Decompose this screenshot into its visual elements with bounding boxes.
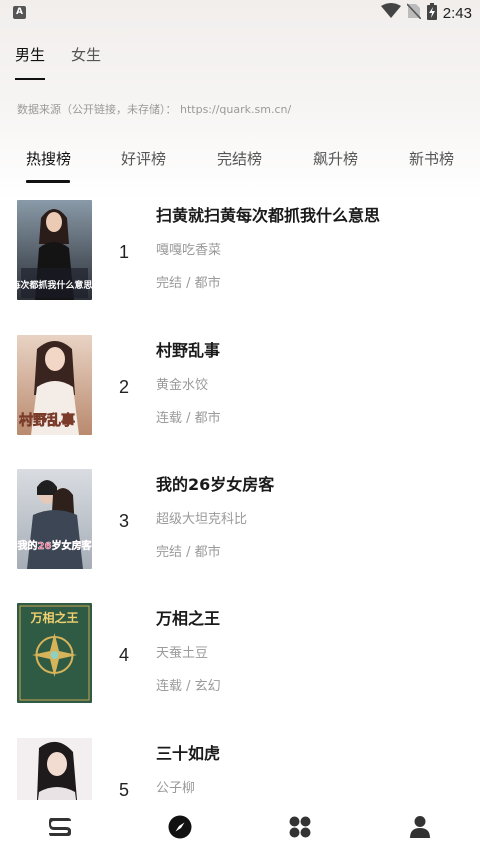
book-item[interactable]: 村野乱事 2 村野乱事 黄金水饺 连载 / 都市: [0, 335, 480, 455]
cover-title-text: 我的26岁女房客: [18, 539, 92, 552]
status-icons: 2:43: [380, 2, 472, 24]
book-status-genre: 连载 / 玄幻: [156, 679, 221, 694]
gender-tabs: 男生 女生: [15, 44, 101, 80]
tab-top-rated[interactable]: 好评榜: [121, 148, 166, 169]
bookshelf-icon[interactable]: [46, 814, 74, 840]
category-grid-icon[interactable]: [286, 814, 314, 840]
active-tab-indicator: [26, 180, 70, 183]
tab-male[interactable]: 男生: [15, 44, 46, 80]
tab-new-books[interactable]: 新书榜: [409, 148, 454, 169]
book-cover[interactable]: 我的26岁女房客: [17, 469, 92, 569]
tab-hot-search[interactable]: 热搜榜: [26, 148, 71, 169]
book-status-genre: 完结 / 都市: [156, 545, 221, 560]
book-cover[interactable]: 每次都抓我什么意思?: [17, 200, 92, 300]
rank-number: 3: [118, 511, 129, 531]
book-author: 嘎嘎吃香菜: [156, 243, 222, 258]
battery-charging-icon: [426, 2, 437, 24]
data-source-note: 数据来源（公开链接，未存储）： https://quark.sm.cn/: [17, 103, 292, 116]
book-status-genre: 完结 / 都市: [156, 276, 221, 291]
status-time: 2:43: [442, 4, 472, 22]
ranking-tabs: 热搜榜 好评榜 完结榜 飙升榜 新书榜: [0, 145, 480, 185]
bottom-nav: [0, 800, 480, 853]
cover-title-text: 村野乱事: [19, 412, 75, 429]
book-cover[interactable]: 万相之王: [17, 603, 92, 703]
book-item[interactable]: 万相之王 4 万相之王 天蚕土豆 连载 / 玄幻: [0, 603, 480, 723]
compass-icon[interactable]: [166, 814, 194, 840]
book-title[interactable]: 村野乱事: [156, 337, 220, 361]
cover-title-text: 万相之王: [29, 610, 78, 625]
book-item[interactable]: 5 三十如虎 公子柳: [0, 738, 480, 800]
tab-rising[interactable]: 飙升榜: [313, 148, 358, 169]
rank-number: 4: [118, 645, 129, 665]
cover-title-text: 每次都抓我什么意思?: [17, 279, 92, 291]
no-sim-icon: [406, 3, 422, 23]
book-author: 超级大坦克科比: [156, 512, 248, 527]
book-list[interactable]: 每次都抓我什么意思? 1 扫黄就扫黄每次都抓我什么意思 嘎嘎吃香菜 完结 / 都…: [0, 200, 480, 800]
rank-number: 1: [118, 242, 129, 262]
wifi-icon: [380, 3, 401, 23]
book-title[interactable]: 三十如虎: [156, 740, 220, 764]
book-title[interactable]: 扫黄就扫黄每次都抓我什么意思: [156, 202, 380, 226]
book-author: 天蚕土豆: [156, 646, 209, 661]
status-bar: A 2:43: [0, 0, 480, 28]
rank-number: 2: [118, 377, 129, 397]
book-item[interactable]: 每次都抓我什么意思? 1 扫黄就扫黄每次都抓我什么意思 嘎嘎吃香菜 完结 / 都…: [0, 200, 480, 320]
book-status-genre: 连载 / 都市: [156, 411, 221, 426]
book-title[interactable]: 我的26岁女房客: [156, 471, 274, 495]
tab-completed[interactable]: 完结榜: [217, 148, 262, 169]
a-notification-icon: A: [13, 6, 26, 19]
book-author: 公子柳: [156, 781, 196, 796]
book-title[interactable]: 万相之王: [156, 605, 220, 629]
profile-icon[interactable]: [406, 814, 434, 840]
rank-number: 5: [118, 780, 129, 800]
book-cover[interactable]: 村野乱事: [17, 335, 92, 435]
book-cover[interactable]: [17, 738, 92, 800]
tab-female[interactable]: 女生: [71, 44, 101, 78]
book-item[interactable]: 我的26岁女房客 3 我的26岁女房客 超级大坦克科比 完结 / 都市: [0, 469, 480, 589]
book-author: 黄金水饺: [156, 378, 209, 393]
